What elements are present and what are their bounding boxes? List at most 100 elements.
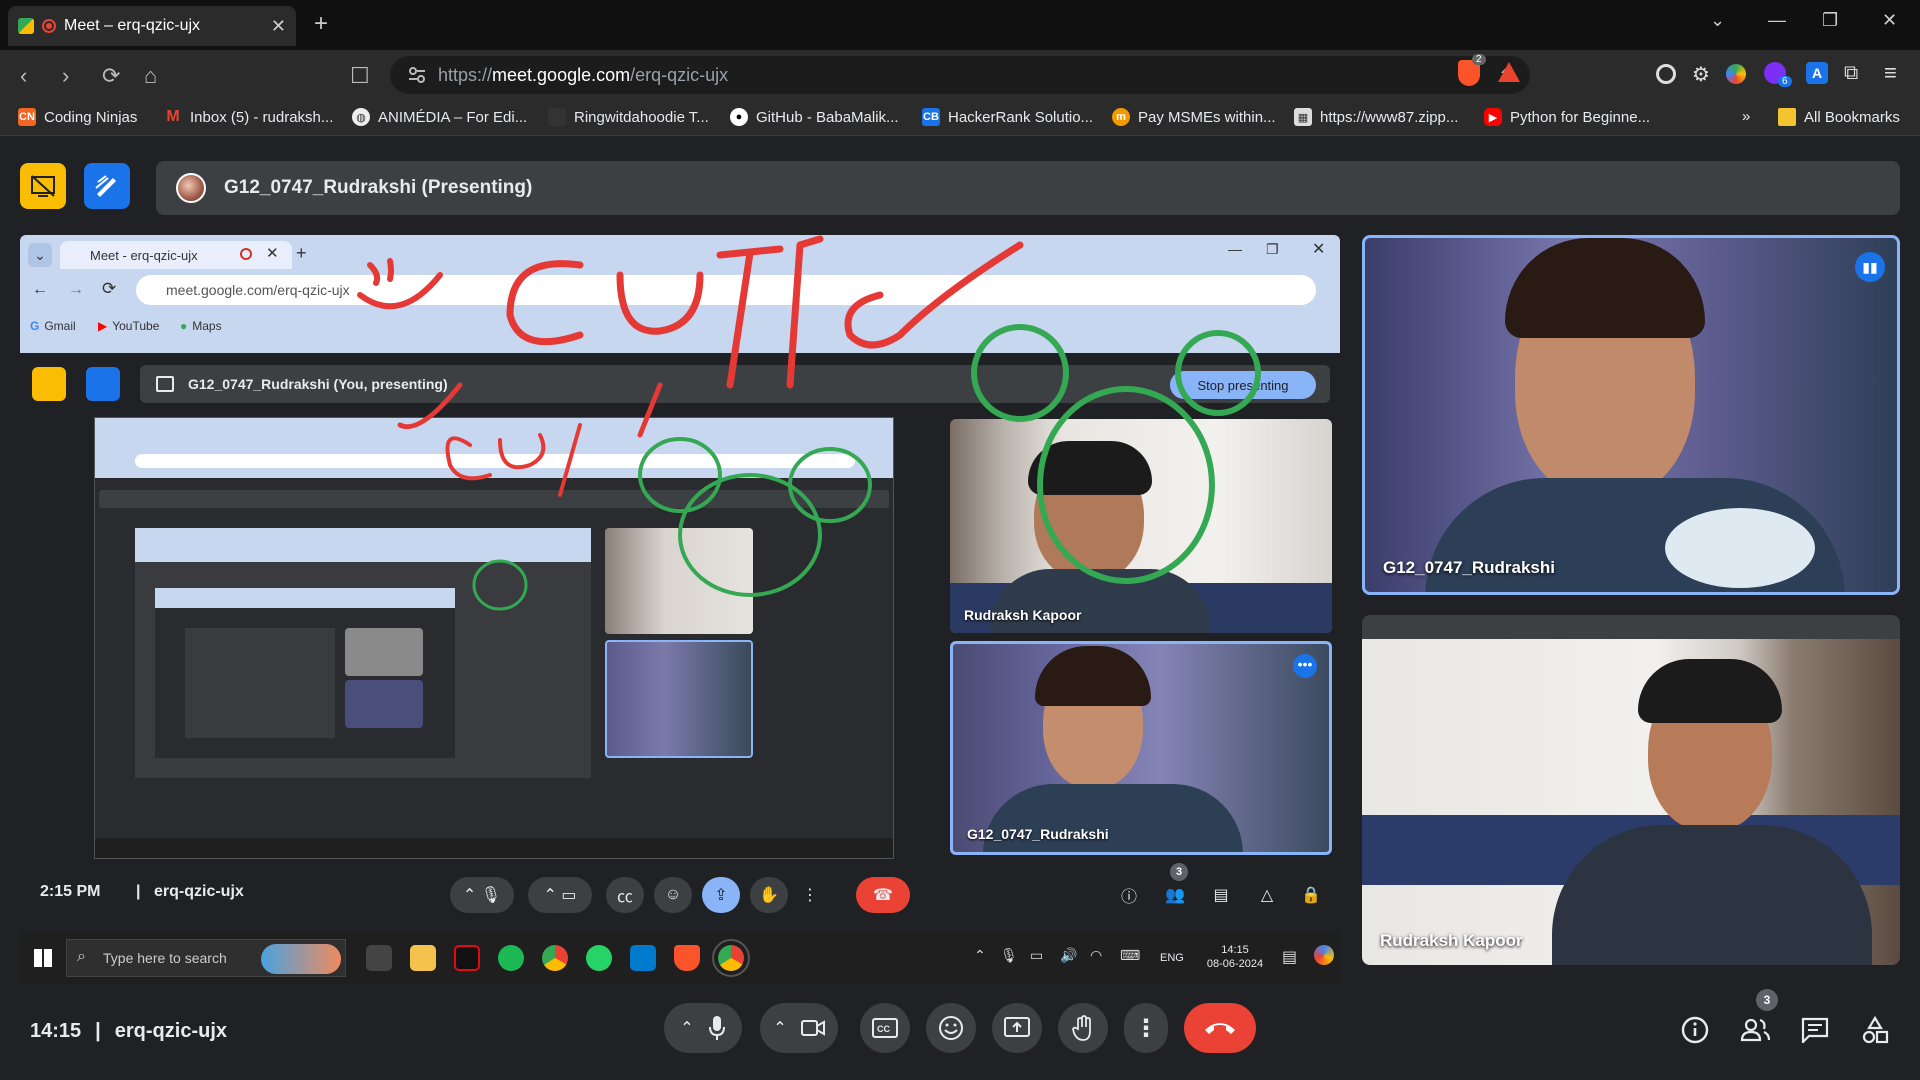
activities-button[interactable] — [1858, 1013, 1892, 1047]
extension-glasses-icon[interactable] — [1656, 64, 1676, 84]
tab-close-icon[interactable]: ✕ — [271, 16, 286, 37]
close-window-icon[interactable]: ✕ — [1882, 10, 1897, 31]
present-now-button[interactable] — [992, 1003, 1042, 1053]
person-hair — [1505, 238, 1705, 338]
forward-icon[interactable]: › — [62, 63, 69, 89]
search-highlight-image — [261, 944, 341, 974]
meeting-code: erq-qzic-ujx — [114, 1020, 228, 1042]
meeting-time: 14:15 — [30, 1020, 82, 1042]
tab-search-chevron-icon[interactable]: ⌄ — [1710, 10, 1725, 31]
raise-hand-icon — [1072, 1015, 1091, 1041]
back-icon[interactable]: ‹ — [20, 63, 27, 89]
tray-battery-icon: ▭ — [1030, 947, 1044, 963]
zipp-icon: ▦ — [1294, 108, 1312, 126]
svg-text:CC: CC — [877, 1024, 890, 1034]
menu-icon[interactable]: ≡ — [1884, 60, 1897, 86]
annotation-i — [786, 235, 824, 389]
all-bookmarks-folder[interactable]: All Bookmarks — [1778, 108, 1900, 126]
gmail-icon: M — [166, 108, 180, 125]
brave-icon — [674, 945, 700, 971]
shared-people-icon: 👥 — [1165, 887, 1185, 904]
raise-hand-button[interactable] — [1058, 1003, 1108, 1053]
netflix-icon — [454, 945, 480, 971]
leave-call-button[interactable] — [1184, 1003, 1256, 1053]
annotation-face-outline — [1037, 386, 1215, 584]
annotation-c — [506, 260, 584, 346]
shared-activities-icon: △ — [1260, 887, 1274, 904]
settings-gear-icon[interactable]: ⚙ — [1692, 62, 1710, 87]
participant-tile-rudraksh[interactable]: Rudraksh Kapoor — [1362, 615, 1900, 965]
tray-volume-icon: 🔊 — [1060, 947, 1078, 963]
extension-color-icon[interactable] — [1726, 64, 1746, 84]
tray-notification-icon: ▤ — [1282, 949, 1298, 966]
annotation-eyes — [367, 258, 394, 286]
site-settings-icon[interactable] — [408, 66, 426, 84]
annotation-e — [844, 241, 1024, 349]
annotate-pen-icon[interactable] — [84, 163, 130, 209]
shared-hand-icon: ✋ — [750, 877, 788, 913]
file-explorer-icon — [410, 945, 436, 971]
restore-icon[interactable]: ❐ — [1822, 10, 1838, 31]
translate-extension-icon[interactable]: A — [1806, 62, 1828, 84]
bookmark-page-icon[interactable]: ☐ — [350, 63, 370, 89]
camera-icon — [800, 1020, 825, 1036]
bookmark-item[interactable]: Ringwitdahoodie T... — [548, 108, 709, 126]
new-tab-icon[interactable]: + — [314, 10, 328, 38]
bookmark-item[interactable]: CB HackerRank Solutio... — [922, 108, 1093, 126]
reload-icon[interactable]: ⟳ — [102, 63, 120, 89]
mic-control[interactable]: ⌃ — [664, 1003, 742, 1053]
browser-toolbar: ‹ › ⟳ ⌂ ☐ https://meet.google.com/erq-qz… — [0, 50, 1920, 100]
bookmark-item[interactable]: ▶ Python for Beginne... — [1484, 108, 1650, 126]
chat-button[interactable] — [1798, 1013, 1832, 1047]
meeting-details-button[interactable] — [1678, 1013, 1712, 1047]
more-bookmarks-icon[interactable]: » — [1742, 108, 1750, 125]
annotation-nested-cutie — [397, 382, 663, 438]
browser-tab[interactable]: Meet – erq-qzic-ujx ✕ — [8, 6, 296, 46]
url-domain: meet.google.com — [492, 64, 631, 85]
browser-tab-strip: Meet – erq-qzic-ujx ✕ + ⌄ — ❐ ✕ — [0, 0, 1920, 50]
search-icon: ⌕ — [77, 948, 86, 965]
windows-taskbar: ⌕ Type here to search ⌃ 🎙 ▭ 🔊 ◠ ⌨ ENG 14… — [20, 931, 1340, 985]
youtube-icon: ▶ — [1484, 108, 1502, 126]
bookmark-item[interactable]: CN Coding Ninjas — [18, 108, 137, 126]
reactions-button[interactable] — [926, 1003, 976, 1053]
bookmark-item[interactable]: m Pay MSMEs within... — [1112, 108, 1276, 126]
captions-button[interactable]: CC — [860, 1003, 910, 1053]
stop-screenshare-icon[interactable] — [20, 163, 66, 209]
tray-keyboard-icon: ⌨ — [1120, 947, 1141, 963]
shared-info-icon: ⓘ — [1120, 889, 1137, 906]
globe-icon: ◍ — [352, 108, 370, 126]
microphone-icon — [708, 1016, 725, 1040]
bookmark-item[interactable]: ● GitHub - BabaMalik... — [730, 108, 899, 126]
people-button[interactable] — [1738, 1013, 1772, 1047]
tab-title: Meet – erq-qzic-ujx — [64, 17, 201, 34]
camera-control[interactable]: ⌃ — [760, 1003, 838, 1053]
annotation-t — [716, 245, 784, 389]
emoji-icon — [939, 1016, 963, 1040]
camera-options-chevron-icon[interactable]: ⌃ — [773, 1018, 786, 1038]
presenter-banner: G12_0747_Rudrakshi (Presenting) — [156, 161, 1900, 215]
bookmarks-bar: CN Coding Ninjas M Inbox (5) - rudraksh...… — [0, 100, 1920, 136]
windows-start-icon — [34, 949, 52, 967]
people-icon — [1740, 1018, 1770, 1042]
end-call-icon — [1205, 1023, 1235, 1034]
url-path: /erq-qzic-ujx — [630, 64, 729, 85]
shared-people-badge: 3 — [1170, 863, 1188, 881]
meeting-info: 14:15 | erq-qzic-ujx — [30, 1020, 227, 1043]
mic-options-chevron-icon[interactable]: ⌃ — [680, 1018, 693, 1038]
tray-clock: 14:15 08-06-2024 — [1206, 944, 1264, 970]
vscode-icon — [630, 945, 656, 971]
brave-rewards-icon[interactable] — [1498, 62, 1520, 82]
codebeautify-icon: CB — [922, 108, 940, 126]
home-icon[interactable]: ⌂ — [144, 63, 157, 89]
participant-name: Rudraksh Kapoor — [1380, 931, 1523, 950]
minimize-icon[interactable]: — — [1768, 10, 1786, 31]
tray-language: ENG — [1160, 952, 1184, 964]
more-options-button[interactable]: ⋮ — [1124, 1003, 1168, 1053]
bookmark-item[interactable]: ▦ https://www87.zipp... — [1294, 108, 1458, 126]
address-bar[interactable]: https://meet.google.com/erq-qzic-ujx ■ ⇪ — [390, 56, 1530, 94]
extensions-puzzle-icon[interactable]: ⧉ — [1844, 62, 1858, 85]
bookmark-item[interactable]: ◍ ANIMÉDIA – For Edi... — [352, 108, 527, 126]
bookmark-item[interactable]: M Inbox (5) - rudraksh... — [164, 108, 333, 126]
participant-tile-rudrakshi[interactable]: ▮▮ G12_0747_Rudrakshi — [1362, 235, 1900, 595]
